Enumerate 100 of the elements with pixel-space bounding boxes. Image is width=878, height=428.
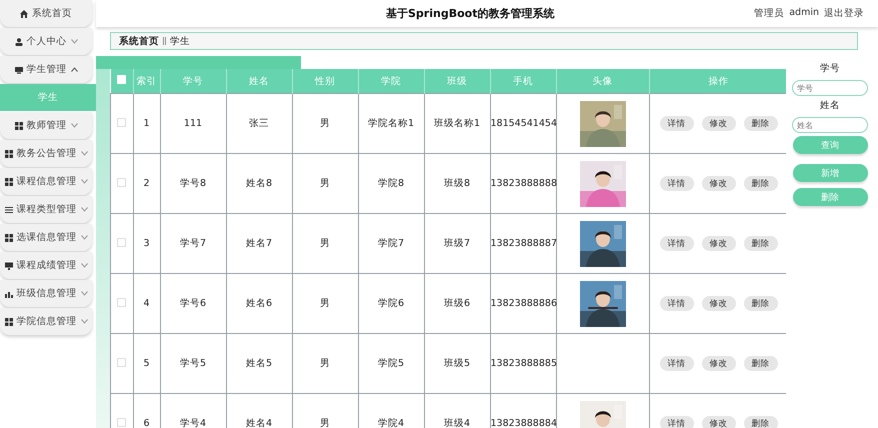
table-cell: 班级6 xyxy=(424,274,490,334)
table-cell: 学号7 xyxy=(160,214,226,274)
menu-item[interactable]: 系统首页 xyxy=(0,0,92,27)
row-checkbox[interactable] xyxy=(117,358,126,366)
column-header: 学院 xyxy=(358,69,424,94)
menu-item[interactable]: 课程类型管理 xyxy=(0,196,92,223)
user-name: admin xyxy=(789,7,819,20)
menu-label: 教务公告管理 xyxy=(16,147,76,160)
table-cell: 班级名称1 xyxy=(424,94,490,154)
row-checkbox[interactable] xyxy=(117,118,126,126)
menu-label: 系统首页 xyxy=(32,7,72,20)
menu-item[interactable]: 教师管理 xyxy=(0,112,92,139)
row-checkbox[interactable] xyxy=(117,418,126,426)
select-all-checkbox[interactable] xyxy=(117,75,126,84)
menu-item[interactable]: 学生管理 xyxy=(0,56,92,83)
action-button[interactable]: 删除 xyxy=(744,116,778,131)
user-role: 管理员 xyxy=(754,7,784,20)
table-cell: 学号6 xyxy=(160,274,226,334)
action-button[interactable]: 修改 xyxy=(702,116,736,131)
card-icon xyxy=(14,66,22,74)
menu-label: 课程成绩管理 xyxy=(16,259,76,272)
action-button[interactable]: 修改 xyxy=(702,176,736,191)
table-cell: 18154541454 xyxy=(490,94,556,154)
action-button[interactable]: 详情 xyxy=(660,176,694,191)
table-cell: 班级8 xyxy=(424,154,490,214)
menu-item[interactable]: 个人中心 xyxy=(0,28,92,55)
table-cell: 姓名8 xyxy=(226,154,292,214)
column-header: 头像 xyxy=(556,69,649,94)
action-button[interactable]: 修改 xyxy=(702,296,736,311)
column-header: 手机 xyxy=(490,69,556,94)
table-cell: 姓名6 xyxy=(226,274,292,334)
home-icon xyxy=(20,10,28,18)
logout-link[interactable]: 退出登录 xyxy=(824,7,864,20)
user-icon xyxy=(14,38,22,46)
menu-label: 学生管理 xyxy=(26,63,66,76)
table-cell: 4 xyxy=(133,274,160,334)
list-icon xyxy=(4,206,12,214)
column-header: 班级 xyxy=(424,69,490,94)
table-cell: 班级7 xyxy=(424,214,490,274)
table-cell: 3 xyxy=(133,214,160,274)
menu-item[interactable]: 班级信息管理 xyxy=(0,280,92,307)
table-cell: 学号5 xyxy=(160,334,226,394)
table-cell: 男 xyxy=(292,94,358,154)
menu-label: 个人中心 xyxy=(26,35,66,48)
action-button[interactable]: 详情 xyxy=(660,356,694,371)
column-header: 性别 xyxy=(292,69,358,94)
menu-item[interactable]: 学院信息管理 xyxy=(0,308,92,335)
separator-icon xyxy=(163,37,166,45)
menu-label: 教师管理 xyxy=(26,119,66,132)
action-button[interactable]: 修改 xyxy=(702,416,736,428)
table-cell: 13823888888 xyxy=(490,154,556,214)
table-cell: 男 xyxy=(292,154,358,214)
menu-item[interactable]: 课程信息管理 xyxy=(0,168,92,195)
column-header: 操作 xyxy=(649,69,786,94)
search-field[interactable]: 姓名 xyxy=(792,117,868,133)
table-cell: 13823888885 xyxy=(490,334,556,394)
action-button[interactable]: 删除 xyxy=(744,356,778,371)
action-button[interactable]: 修改 xyxy=(702,356,736,371)
action-button[interactable]: 删除 xyxy=(744,236,778,251)
menu-label: 学院信息管理 xyxy=(16,315,76,328)
action-button[interactable]: 详情 xyxy=(660,236,694,251)
breadcrumb-link[interactable]: 系统首页 xyxy=(119,34,159,48)
row-checkbox[interactable] xyxy=(117,298,126,306)
field-label: 姓名 xyxy=(820,99,840,112)
grid-icon xyxy=(4,318,12,326)
action-button[interactable]: 删除 xyxy=(744,176,778,191)
table-cell: 1 xyxy=(133,94,160,154)
field-label: 学号 xyxy=(820,62,840,75)
grid-icon xyxy=(4,178,12,186)
row-checkbox[interactable] xyxy=(117,238,126,246)
action-button[interactable]: 详情 xyxy=(660,116,694,131)
app-title: 基于SpringBoot的教务管理系统 xyxy=(386,6,554,21)
menu-label: 班级信息管理 xyxy=(16,287,76,300)
grid-icon xyxy=(4,150,12,158)
grid-icon xyxy=(4,234,12,242)
action-button[interactable]: 删除 xyxy=(744,416,778,428)
table-cell: 姓名5 xyxy=(226,334,292,394)
column-header: 索引 xyxy=(133,69,160,94)
table-cell: 2 xyxy=(133,154,160,214)
table-cell: 学号8 xyxy=(160,154,226,214)
menu-item[interactable]: 选课信息管理 xyxy=(0,224,92,251)
grid-icon xyxy=(14,122,22,130)
table-cell: 学院名称1 xyxy=(358,94,424,154)
search-field[interactable]: 学号 xyxy=(792,80,868,96)
menu-item[interactable]: 教务公告管理 xyxy=(0,140,92,167)
action-button[interactable]: 修改 xyxy=(702,236,736,251)
table-cell: 男 xyxy=(292,334,358,394)
table-cell: 13823888884 xyxy=(490,394,556,428)
action-button[interactable]: 删除 xyxy=(744,296,778,311)
action-button[interactable]: 详情 xyxy=(660,296,694,311)
table-cell: 学院7 xyxy=(358,214,424,274)
menu-item[interactable]: 课程成绩管理 xyxy=(0,252,92,279)
menu-label: 选课信息管理 xyxy=(16,231,76,244)
action-button[interactable]: 详情 xyxy=(660,416,694,428)
monitor-icon xyxy=(4,262,12,270)
table-cell: 姓名7 xyxy=(226,214,292,274)
table-cell: 学院6 xyxy=(358,274,424,334)
row-checkbox[interactable] xyxy=(117,178,126,186)
table-cell: 张三 xyxy=(226,94,292,154)
table-cell: 111 xyxy=(160,94,226,154)
